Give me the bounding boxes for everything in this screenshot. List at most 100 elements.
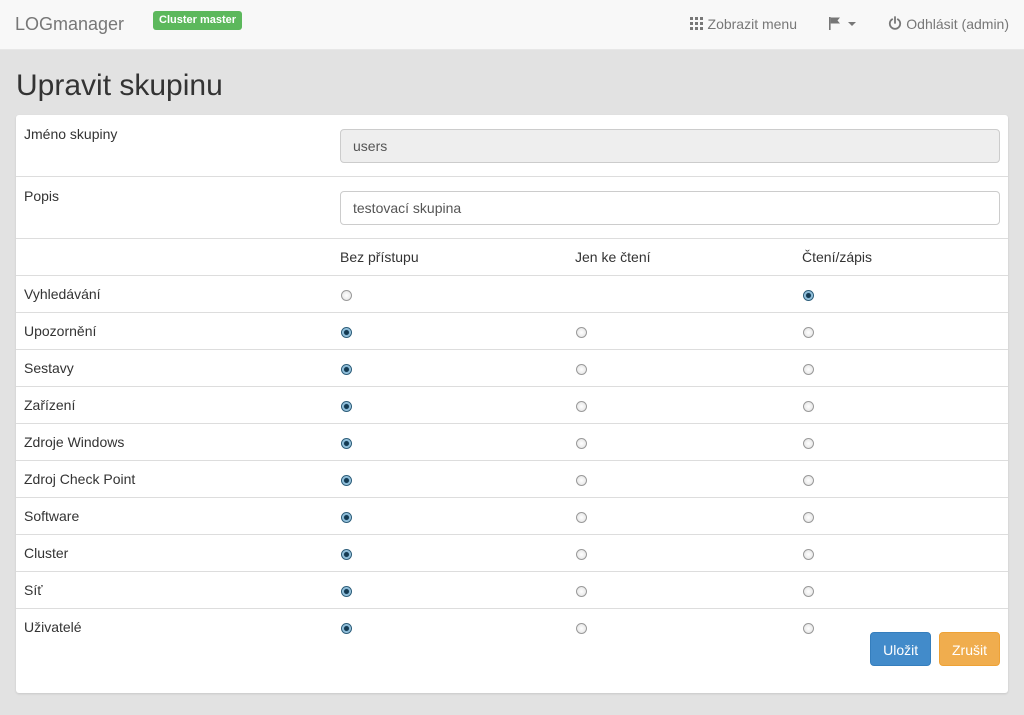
description-label: Popis [16,176,332,239]
group-edit-panel: Jméno skupiny Popis Bez přístupu Jen ke … [16,115,1009,693]
permissions-header-row: Bez přístupu Jen ke čtení Čtení/zápis [16,238,1009,276]
permission-cell [567,275,794,313]
permission-row: Zdroj Check Point [16,460,1009,498]
cancel-button[interactable]: Zrušit [939,632,1000,666]
permission-label: Uživatelé [16,608,332,645]
permission-label: Zařízení [16,386,332,424]
permission-cell [567,460,794,498]
permission-radio[interactable] [803,548,814,560]
permission-cell [332,497,567,535]
permission-label: Zdroj Check Point [16,460,332,498]
permission-row: Zdroje Windows [16,423,1009,461]
page-title: Upravit skupinu [16,69,223,102]
permission-cell [332,571,567,609]
permission-label: Upozornění [16,312,332,350]
permission-radio[interactable] [576,363,587,375]
permission-label: Vyhledávání [16,275,332,313]
permission-cell [794,275,1009,313]
permission-radio[interactable] [803,511,814,523]
permission-label: Sestavy [16,349,332,387]
permission-radio[interactable] [803,289,814,301]
permission-radio[interactable] [341,289,352,301]
description-input[interactable] [340,190,1001,225]
permission-cell [332,534,567,572]
permission-radio[interactable] [341,548,352,560]
group-form-table: Jméno skupiny Popis Bez přístupu Jen ke … [16,115,1009,645]
show-menu-button[interactable]: Zobrazit menu [689,16,797,32]
permission-cell [567,349,794,387]
permission-radio[interactable] [341,400,352,412]
permission-radio[interactable] [576,622,587,634]
permission-radio[interactable] [576,400,587,412]
permission-cell [332,460,567,498]
permission-row: Zařízení [16,386,1009,424]
permission-radio[interactable] [341,474,352,486]
column-header-no-access: Bez přístupu [332,238,567,276]
permission-label: Cluster [16,534,332,572]
permission-cell [567,312,794,350]
top-navbar: LOGmanager Cluster master Zobrazit menu … [0,0,1024,50]
permission-label: Zdroje Windows [16,423,332,461]
permission-row: Uživatelé [16,608,1009,645]
permission-cell [332,275,567,313]
permission-radio[interactable] [803,363,814,375]
permission-cell [794,386,1009,424]
permission-cell [794,349,1009,387]
permission-row: Sestavy [16,349,1009,387]
permission-radio[interactable] [341,511,352,523]
permission-cell [567,386,794,424]
permission-radio[interactable] [576,326,587,338]
permission-radio[interactable] [576,585,587,597]
permission-radio[interactable] [341,326,352,338]
permission-radio[interactable] [341,437,352,449]
name-label: Jméno skupiny [24,126,118,142]
grid-icon [689,17,703,30]
permission-cell [567,534,794,572]
flag-icon [829,17,840,30]
permission-cell [794,571,1009,609]
permission-cell [332,423,567,461]
cluster-badge: Cluster master [153,11,243,30]
permission-row: Upozornění [16,312,1009,350]
permission-radio[interactable] [576,437,587,449]
permission-row: Síť [16,571,1009,609]
permission-radio[interactable] [803,474,814,486]
permission-cell [794,423,1009,461]
permission-radio[interactable] [803,400,814,412]
permission-radio[interactable] [576,548,587,560]
permission-label: Software [16,497,332,535]
permission-cell [332,312,567,350]
chevron-down-icon [848,22,856,26]
permission-label: Síť [16,571,332,609]
permission-radio[interactable] [803,622,814,634]
permission-radio[interactable] [341,585,352,597]
permission-cell [567,608,794,645]
logout-label: Odhlásit (admin) [906,16,1009,32]
permission-radio[interactable] [576,511,587,523]
permission-radio[interactable] [341,363,352,375]
form-actions: Uložit Zrušit [866,632,1000,666]
permission-radio[interactable] [341,622,352,634]
group-name-input[interactable] [340,128,1001,163]
save-button[interactable]: Uložit [870,632,932,666]
power-icon [889,16,902,30]
permission-cell [567,423,794,461]
brand-logo[interactable]: LOGmanager [15,14,124,35]
permission-row: Cluster [16,534,1009,572]
language-dropdown[interactable] [828,15,856,31]
permission-cell [794,312,1009,350]
permission-cell [567,571,794,609]
show-menu-label: Zobrazit menu [707,16,797,32]
permission-cell [332,349,567,387]
permission-row: Software [16,497,1009,535]
permission-radio[interactable] [803,437,814,449]
permission-radio[interactable] [576,474,587,486]
logout-button[interactable]: Odhlásit (admin) [888,16,1009,32]
name-row: Jméno skupiny [16,115,1008,177]
header-empty-cell [16,238,332,276]
permission-cell [567,497,794,535]
permission-radio[interactable] [803,326,814,338]
permission-row: Vyhledávání [16,275,1009,313]
permission-cell [332,608,567,645]
permission-radio[interactable] [803,585,814,597]
